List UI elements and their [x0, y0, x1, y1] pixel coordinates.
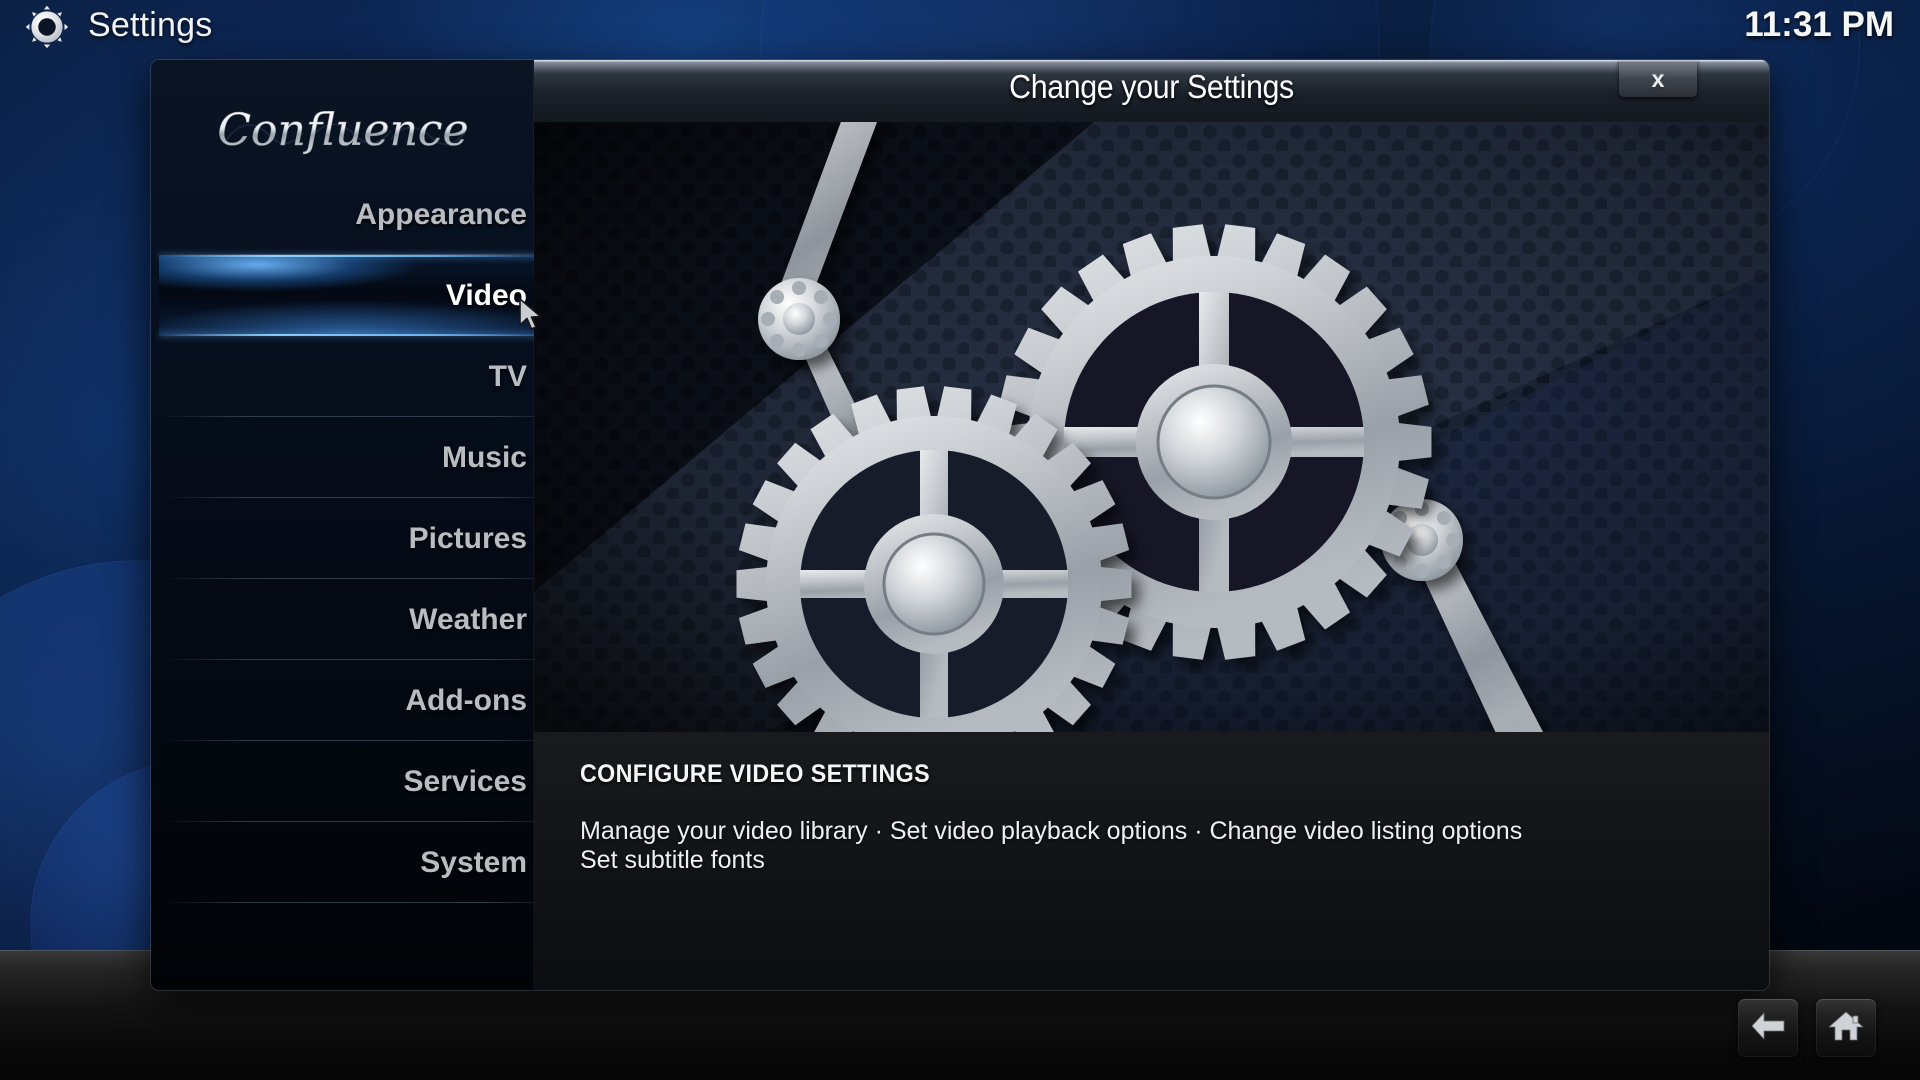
description-panel: CONFIGURE VIDEO SETTINGS Manage your vid…	[534, 732, 1769, 990]
dialog-title: Change your Settings	[1009, 68, 1294, 105]
back-arrow-icon	[1750, 1011, 1786, 1046]
description-heading: CONFIGURE VIDEO SETTINGS	[580, 760, 930, 788]
close-button[interactable]: x	[1619, 60, 1697, 97]
clock-display: 11:31 PM	[1744, 5, 1894, 44]
description-line-2: Set subtitle fonts	[580, 846, 765, 875]
sidebar-item-video[interactable]: Video	[151, 255, 538, 336]
settings-window: Confluence Appearance Video TV Music Picture…	[151, 60, 1769, 990]
gear-icon	[24, 4, 70, 50]
dialog-header: Change your Settings x	[534, 60, 1769, 122]
settings-sidebar: Confluence Appearance Video TV Music Picture…	[151, 60, 542, 990]
sidebar-item-label: Appearance	[355, 198, 527, 231]
selection-top-edge	[159, 255, 538, 257]
sidebar-item-services[interactable]: Services	[151, 741, 534, 822]
two-gears-illustration	[534, 122, 1769, 732]
sidebar-item-add-ons[interactable]: Add-ons	[151, 660, 534, 741]
sidebar-item-label: System	[420, 846, 527, 879]
sidebar-item-label: Pictures	[408, 522, 527, 555]
top-bar: Settings 11:31 PM	[0, 0, 1920, 52]
svg-text:Confluence: Confluence	[217, 105, 468, 156]
sidebar-item-tv[interactable]: TV	[151, 336, 534, 417]
back-button[interactable]	[1738, 999, 1798, 1057]
home-icon	[1828, 1010, 1864, 1047]
confluence-skin-logo: Confluence	[151, 94, 534, 166]
page-title: Settings	[88, 6, 213, 44]
sidebar-item-label: TV	[488, 360, 527, 393]
description-line-1: Manage your video library · Set video pl…	[580, 817, 1523, 845]
settings-main-panel: Change your Settings x CONFIGURE VIDEO S…	[534, 60, 1769, 990]
home-button[interactable]	[1816, 999, 1876, 1057]
description-body: Manage your video library · Set video pl…	[580, 817, 1723, 876]
sidebar-item-label: Weather	[409, 603, 527, 636]
sidebar-item-appearance[interactable]: Appearance	[151, 174, 534, 255]
sidebar-item-label: Music	[441, 441, 527, 474]
sidebar-item-label: Video	[445, 279, 527, 312]
sidebar-item-weather[interactable]: Weather	[151, 579, 534, 660]
sidebar-item-music[interactable]: Music	[151, 417, 534, 498]
sidebar-item-system[interactable]: System	[151, 822, 534, 903]
settings-category-list[interactable]: Appearance Video TV Music Pictures Weather Add…	[151, 174, 538, 903]
sidebar-item-pictures[interactable]: Pictures	[151, 498, 534, 579]
sidebar-item-label: Services	[403, 765, 527, 798]
sidebar-item-label: Add-ons	[405, 684, 527, 717]
